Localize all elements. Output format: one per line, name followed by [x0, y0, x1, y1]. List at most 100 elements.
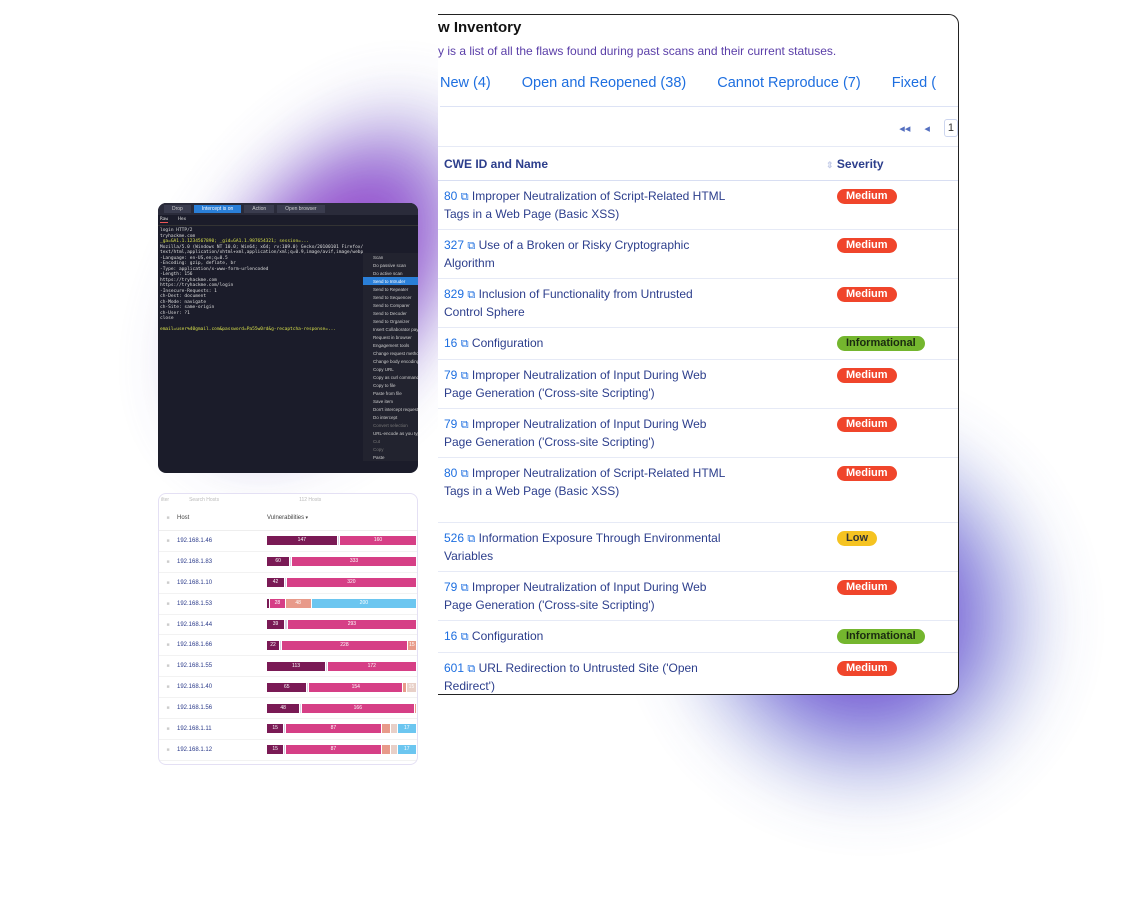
external-link-icon[interactable]: ⧉ [461, 468, 469, 480]
column-cwe[interactable]: CWE ID and Name [444, 157, 548, 171]
toolbar-button[interactable]: Drop [164, 205, 191, 213]
cwe-link[interactable]: 526 ⧉ Information Exposure Through Envir… [444, 530, 734, 564]
menu-item[interactable]: Send to Intruder [363, 277, 418, 285]
cwe-link[interactable]: 79 ⧉ Improper Neutralization of Input Du… [444, 367, 734, 401]
menu-item[interactable]: Engagement tools [363, 341, 418, 349]
menu-item[interactable]: Do active scan [363, 269, 418, 277]
external-link-icon[interactable]: ⧉ [461, 631, 469, 643]
menu-item[interactable]: Copy to file [363, 381, 418, 389]
cwe-link[interactable]: 80 ⧉ Improper Neutralization of Script-R… [444, 465, 734, 499]
cwe-name[interactable]: Improper Neutralization of Script-Relate… [444, 189, 725, 221]
menu-item[interactable]: Change body encoding [363, 357, 418, 365]
column-severity[interactable]: ⇕ Severity [826, 157, 884, 171]
cwe-id[interactable]: 79 [444, 580, 457, 594]
menu-item[interactable]: Save item [363, 397, 418, 405]
cwe-link[interactable]: 16 ⧉ Configuration [444, 628, 734, 646]
filter-dropdown[interactable]: ilter [161, 497, 169, 503]
menu-item[interactable]: Paste [363, 453, 418, 461]
menu-item[interactable]: Send to Sequencer [363, 293, 418, 301]
cwe-link[interactable]: 80 ⧉ Improper Neutralization of Script-R… [444, 188, 734, 222]
cwe-id[interactable]: 16 [444, 629, 457, 643]
row-checkbox[interactable]: ■ [159, 663, 177, 669]
first-page-icon[interactable]: ◂◂ [899, 122, 910, 135]
cwe-name[interactable]: Improper Neutralization of Input During … [444, 417, 706, 449]
menu-item[interactable]: Paste from file [363, 389, 418, 397]
host-link[interactable]: 192.168.1.56 [177, 705, 267, 711]
menu-item[interactable]: Change request method [363, 349, 418, 357]
status-tab[interactable]: Cannot Reproduce (7) [717, 75, 860, 106]
menu-item[interactable]: Scan [363, 253, 418, 261]
row-checkbox[interactable]: ■ [159, 747, 177, 753]
cwe-name[interactable]: Improper Neutralization of Script-Relate… [444, 466, 725, 498]
host-link[interactable]: 192.168.1.53 [177, 601, 267, 607]
host-link[interactable]: 192.168.1.12 [177, 747, 267, 753]
host-row[interactable]: ■ 192.168.1.83 60 333 [159, 552, 417, 573]
menu-item[interactable]: Copy URL [363, 365, 418, 373]
cwe-id[interactable]: 80 [444, 466, 457, 480]
row-checkbox[interactable]: ■ [159, 726, 177, 732]
menu-item[interactable]: Copy as curl command [363, 373, 418, 381]
host-row[interactable]: ■ 192.168.1.46 147 160 [159, 531, 417, 552]
host-row[interactable]: ■ 192.168.1.44 39 293 [159, 615, 417, 636]
external-link-icon[interactable]: ⧉ [467, 533, 475, 545]
cwe-name[interactable]: Configuration [472, 336, 543, 350]
cwe-link[interactable]: 601 ⧉ URL Redirection to Untrusted Site … [444, 660, 734, 694]
status-tab[interactable]: Open and Reopened (38) [522, 75, 686, 106]
cwe-id[interactable]: 526 [444, 531, 464, 545]
page-number[interactable]: 1 [943, 119, 958, 137]
cwe-name[interactable]: Improper Neutralization of Input During … [444, 368, 706, 400]
cwe-name[interactable]: Improper Neutralization of Input During … [444, 580, 706, 612]
host-link[interactable]: 192.168.1.10 [177, 580, 267, 586]
external-link-icon[interactable]: ⧉ [467, 289, 475, 301]
row-checkbox[interactable]: ■ [159, 622, 177, 628]
cwe-link[interactable]: 829 ⧉ Inclusion of Functionality from Un… [444, 286, 734, 320]
external-link-icon[interactable]: ⧉ [461, 419, 469, 431]
cwe-id[interactable]: 79 [444, 368, 457, 382]
menu-item[interactable]: Do intercept [363, 413, 418, 421]
menu-item[interactable]: Copy [363, 445, 418, 453]
menu-item[interactable]: Send to Decoder [363, 309, 418, 317]
status-tab[interactable]: New (4) [440, 75, 491, 106]
row-checkbox[interactable]: ■ [159, 538, 177, 544]
row-checkbox[interactable]: ■ [159, 580, 177, 586]
row-checkbox[interactable]: ■ [159, 642, 177, 648]
host-row[interactable]: ■ 192.168.1.53 28 48 200 [159, 594, 417, 615]
row-checkbox[interactable]: ■ [159, 601, 177, 607]
host-link[interactable]: 192.168.1.83 [177, 559, 267, 565]
host-link[interactable]: 192.168.1.55 [177, 663, 267, 669]
cwe-link[interactable]: 327 ⧉ Use of a Broken or Risky Cryptogra… [444, 237, 734, 271]
cwe-link[interactable]: 79 ⧉ Improper Neutralization of Input Du… [444, 579, 734, 613]
host-row[interactable]: ■ 192.168.1.66 22 228 15 [159, 635, 417, 657]
tab-raw[interactable]: Raw [160, 217, 169, 223]
cwe-name[interactable]: Inclusion of Functionality from Untruste… [444, 287, 693, 319]
prev-page-icon[interactable]: ◂ [924, 122, 930, 135]
toolbar-button[interactable]: Action [244, 205, 275, 213]
menu-item[interactable]: Send to Organizer [363, 317, 418, 325]
cwe-id[interactable]: 80 [444, 189, 457, 203]
cwe-id[interactable]: 829 [444, 287, 464, 301]
select-all-checkbox[interactable]: ■ [159, 515, 177, 521]
menu-item[interactable]: Insert Collaborator payload [363, 325, 418, 333]
menu-item[interactable]: URL-encode as you type [363, 429, 418, 437]
row-checkbox[interactable]: ■ [159, 705, 177, 711]
host-link[interactable]: 192.168.1.40 [177, 684, 267, 690]
host-link[interactable]: 192.168.1.44 [177, 622, 267, 628]
host-row[interactable]: ■ 192.168.1.56 48 166 [159, 698, 417, 720]
cwe-id[interactable]: 79 [444, 417, 457, 431]
external-link-icon[interactable]: ⧉ [461, 338, 469, 350]
external-link-icon[interactable]: ⧉ [461, 370, 469, 382]
host-row[interactable]: ■ 192.168.1.11 15 87 17 [159, 719, 417, 740]
menu-item[interactable]: Send to Repeater [363, 285, 418, 293]
cwe-link[interactable]: 16 ⧉ Configuration [444, 335, 734, 353]
host-link[interactable]: 192.168.1.46 [177, 538, 267, 544]
host-row[interactable]: ■ 192.168.1.55 113 172 [159, 656, 417, 678]
external-link-icon[interactable]: ⧉ [461, 191, 469, 203]
host-link[interactable]: 192.168.1.66 [177, 642, 267, 648]
search-hosts-input[interactable]: Search Hosts [189, 497, 279, 503]
menu-item[interactable]: Request in browser [363, 333, 418, 341]
cwe-id[interactable]: 327 [444, 238, 464, 252]
cwe-id[interactable]: 601 [444, 661, 464, 675]
menu-item[interactable]: Don't intercept requests [363, 405, 418, 413]
cwe-name[interactable]: URL Redirection to Untrusted Site ('Open… [444, 661, 698, 693]
cwe-name[interactable]: Configuration [472, 629, 543, 643]
